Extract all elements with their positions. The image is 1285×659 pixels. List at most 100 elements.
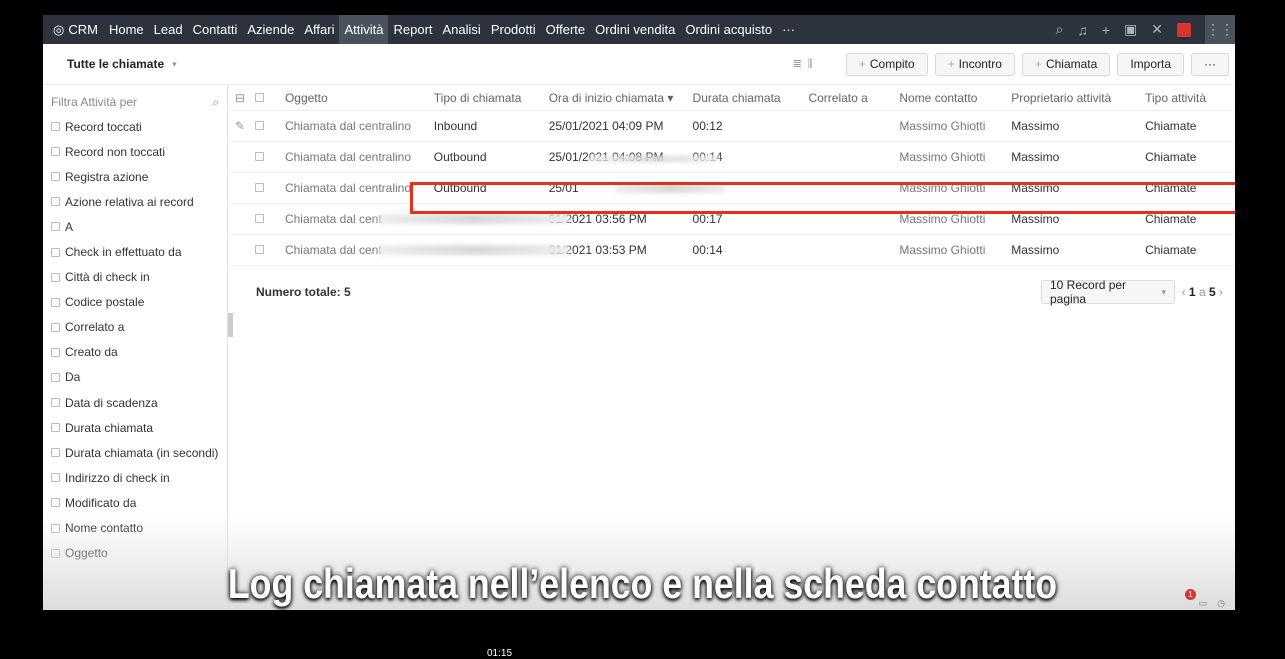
row-checkbox[interactable] [254,152,264,161]
filter-item[interactable]: Città di check in [43,265,227,290]
columns-icon[interactable]: ⊟ [229,91,255,105]
chevron-down-icon[interactable]: ▾ [172,59,177,70]
filter-label: Creato da [65,345,118,360]
filter-item[interactable]: Codice postale [43,290,227,315]
new-task-button[interactable]: + Compito [845,52,928,76]
tools-icon[interactable]: ✕ [1151,21,1163,38]
filter-item[interactable]: Azione relativa ai record [43,189,227,214]
nav-analisi[interactable]: Analisi [438,15,486,44]
filter-checkbox[interactable] [51,372,60,382]
cell-nome-contatto[interactable]: Massimo Ghiotti [899,150,1011,164]
col-nome-contatto[interactable]: Nome contatto [899,91,1011,105]
nav-ordini-vendita[interactable]: Ordini vendita [590,15,680,44]
cell-nome-contatto[interactable]: Massimo Ghiotti [899,119,1011,133]
new-call-button[interactable]: + Chiamata [1021,52,1111,76]
filter-item[interactable]: Durata chiamata (in secondi) [43,440,227,465]
filter-checkbox[interactable] [51,222,60,232]
video-caption: Log chiamata nell’elenco e nella scheda … [227,560,1058,607]
brand-label: CRM [68,22,98,37]
filter-checkbox[interactable] [51,498,60,508]
filter-checkbox[interactable] [51,122,60,132]
filter-item[interactable]: Durata chiamata [43,415,227,440]
cell-nome-contatto[interactable]: Massimo Ghiotti [899,212,1011,226]
filter-item[interactable]: Da [43,365,227,390]
search-icon[interactable]: ⌕ [1056,21,1064,38]
filter-checkbox[interactable] [51,272,60,282]
filter-checkbox[interactable] [51,197,60,207]
cell-tipo-attivita: Chiamate [1145,150,1197,164]
filter-item[interactable]: Data di scadenza [43,390,227,415]
pagination: ‹ 1 a 5 › [1181,285,1223,299]
cell-ora-inizio: 01/2021 03:56 PM [548,212,647,226]
reminder-icon[interactable]: ◷ [1217,598,1225,610]
filter-checkbox[interactable] [51,147,60,157]
filter-item[interactable]: Record toccati [43,114,227,139]
nav-offerte[interactable]: Offerte [541,15,591,44]
import-button[interactable]: Importa [1117,52,1184,76]
calendar-icon[interactable]: ▣ [1124,21,1137,38]
cell-nome-contatto[interactable]: Massimo Ghiotti [899,243,1011,257]
filter-item[interactable]: Modificato da [43,490,227,515]
col-tipo-chiamata[interactable]: Tipo di chiamata [434,91,549,105]
more-button[interactable]: ··· [1191,52,1229,76]
new-meeting-button[interactable]: + Incontro [934,52,1015,76]
filter-item[interactable]: Registra azione [43,164,227,189]
nav-ordini-acquisto[interactable]: Ordini acquisto [680,15,777,44]
col-proprietario[interactable]: Proprietario attività [1011,91,1145,105]
edit-icon[interactable]: ✎ [229,119,255,133]
nav-affari[interactable]: Affari [299,15,339,44]
row-checkbox[interactable] [254,214,264,223]
list-view-icon[interactable]: ≣⫼ [793,57,819,71]
cell-oggetto[interactable]: Chiamata dal centralino [285,119,434,133]
filter-item[interactable]: Check in effettuato da [43,239,227,264]
search-icon[interactable]: ⌕ [212,95,219,110]
table-row[interactable]: ✎ Chiamata dal centralino Inbound 25/01/202… [229,111,1235,142]
row-checkbox[interactable] [254,183,264,192]
col-ora-inizio[interactable]: Ora di inizio chiamata ▾ [549,91,693,105]
filter-checkbox[interactable] [51,423,60,433]
filter-checkbox[interactable] [51,473,60,483]
row-checkbox[interactable] [254,121,264,130]
col-correlato[interactable]: Correlato a [808,91,899,105]
view-selector[interactable]: Tutte le chiamate [67,57,164,71]
nav-report[interactable]: Report [388,15,437,44]
nav-home[interactable]: Home [104,15,149,44]
cell-proprietario: Massimo [1011,243,1060,257]
col-tipo-attivita[interactable]: Tipo attività [1145,91,1235,105]
table-row[interactable]: Chiamata dal centralino Outbound 25/01/202… [229,142,1235,173]
col-durata[interactable]: Durata chiamata [693,91,809,105]
filter-item[interactable]: Indirizzo di check in [43,465,227,490]
apps-grid-icon[interactable]: ⋮⋮ [1205,15,1235,44]
col-oggetto[interactable]: Oggetto [285,91,434,105]
nav-attivita[interactable]: Attività [339,15,389,44]
nav-lead[interactable]: Lead [149,15,188,44]
crm-logo[interactable]: ◎ CRM [43,22,104,38]
nav-more[interactable]: ··· [777,15,800,44]
table-row[interactable]: Chiamata dal cent 01/2021 03:53 PM 00:14 Ma… [229,235,1235,266]
nav-prodotti[interactable]: Prodotti [486,15,541,44]
filter-checkbox[interactable] [51,297,60,307]
cell-oggetto[interactable]: Chiamata dal centralino [285,150,434,164]
filter-checkbox[interactable] [51,172,60,182]
filter-item[interactable]: Creato da [43,340,227,365]
chat-icon[interactable]: ▭ [1199,598,1208,610]
filter-checkbox[interactable] [51,347,60,357]
avatar[interactable] [1177,22,1191,37]
plus-icon[interactable]: + [1102,22,1110,38]
filter-item[interactable]: Record non toccati [43,139,227,164]
nav-aziende[interactable]: Aziende [242,15,299,44]
blur-mask [379,214,569,224]
filter-item[interactable]: Correlato a [43,315,227,340]
per-page-select[interactable]: 10 Record per pagina ▾ [1041,278,1175,306]
nav-contatti[interactable]: Contatti [188,15,243,44]
select-all-checkbox[interactable] [254,92,264,102]
filter-checkbox[interactable] [51,322,60,332]
bell-icon[interactable]: ♫ [1077,22,1088,38]
cell-durata: 00:14 [692,243,723,257]
filter-checkbox[interactable] [51,448,60,458]
row-checkbox[interactable] [254,245,264,254]
page-from: 1 [1188,285,1196,299]
filter-item[interactable]: A [43,214,227,239]
filter-checkbox[interactable] [51,398,60,408]
filter-checkbox[interactable] [51,247,60,257]
